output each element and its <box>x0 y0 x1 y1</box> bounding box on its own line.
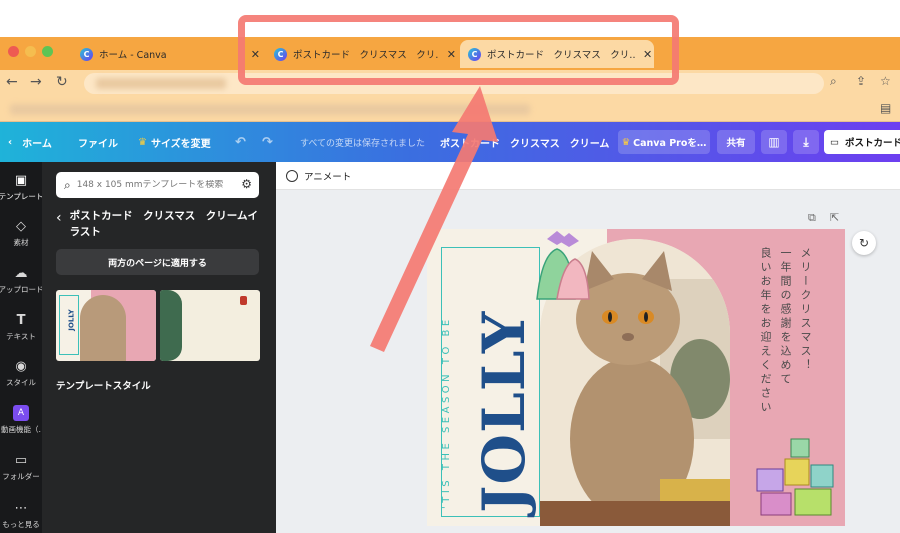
crown-icon: ♛ <box>621 136 631 148</box>
insights-button[interactable]: ▥ <box>761 130 787 154</box>
window-minimize-button[interactable] <box>25 46 36 57</box>
bookmark-star-icon[interactable]: ☆ <box>880 74 891 88</box>
home-label: ホーム <box>22 138 52 150</box>
bells-ornament <box>536 231 590 300</box>
template-search-box[interactable]: ⌕ ⚙ <box>56 172 259 198</box>
add-page-icon[interactable]: ⇱ <box>830 211 839 224</box>
animate-label: アニメート <box>304 172 352 183</box>
animate-icon <box>286 170 298 182</box>
resize-label: サイズを変更 <box>150 138 211 150</box>
zoom-icon[interactable]: ⌕ <box>830 74 837 89</box>
redo-button[interactable]: ↷ <box>262 122 273 162</box>
text-icon: T <box>16 312 26 328</box>
template-title: ポストカード クリスマス クリームイラスト <box>69 210 258 238</box>
rail-item-video[interactable]: A 動画機能（… <box>0 405 42 435</box>
annotation-arrow <box>370 86 498 352</box>
file-menu-button[interactable]: ファイル <box>78 122 118 162</box>
page-thumbnail-back[interactable] <box>160 290 260 361</box>
greeting-line-2[interactable]: 一年間の感謝を込めて <box>775 247 795 387</box>
blurred-url <box>96 78 226 89</box>
chevron-left-icon: ‹ <box>8 136 13 148</box>
tab-highlight-annotation <box>238 15 679 85</box>
gift-boxes-illustration <box>756 438 834 516</box>
print-label: ポストカード <box>844 138 900 149</box>
canva-favicon-icon: C <box>80 47 93 61</box>
template-search-input[interactable] <box>76 180 227 190</box>
chevron-left-icon[interactable]: ‹ <box>56 210 62 240</box>
resize-button[interactable]: ♛ サイズを変更 <box>138 122 211 162</box>
video-icon: A <box>13 405 29 421</box>
pro-label: Canva Proを… <box>633 138 707 149</box>
share-button[interactable]: 共有 <box>717 130 755 154</box>
upload-icon: ☁ <box>14 265 28 281</box>
refresh-page-icon[interactable]: ↻ <box>852 231 876 255</box>
rail-item-uploads[interactable]: ☁ アップロード <box>0 265 44 295</box>
rail-item-styles[interactable]: ◉ スタイル <box>0 358 42 388</box>
template-icon: ▣ <box>14 172 28 188</box>
browser-tab-home[interactable]: C ホーム - Canva ✕ <box>76 40 260 68</box>
window-zoom-button[interactable] <box>42 46 53 57</box>
animate-button[interactable]: アニメート <box>286 169 351 183</box>
rail-item-elements[interactable]: ◇ 素材 <box>0 218 42 248</box>
folder-icon: ▭ <box>14 452 28 468</box>
greeting-line-1[interactable]: メリークリスマス！ <box>795 247 815 373</box>
greeting-line-3[interactable]: 良いお年をお迎えください <box>755 247 775 415</box>
home-button[interactable]: ‹ ホーム <box>8 122 52 162</box>
rail-item-more[interactable]: ⋯ もっと見る <box>0 500 42 530</box>
reading-list-icon[interactable]: ▤ <box>880 101 891 115</box>
duplicate-page-icon[interactable]: ⧉ <box>808 211 816 225</box>
print-button[interactable]: ▭ ポストカード <box>824 130 900 154</box>
more-icon: ⋯ <box>14 500 28 516</box>
elements-icon: ◇ <box>16 218 26 234</box>
share-page-icon[interactable]: ⇪ <box>856 74 866 88</box>
rail-item-folders[interactable]: ▭ フォルダー <box>0 452 42 482</box>
rail-item-templates[interactable]: ▣ テンプレート <box>0 172 43 202</box>
download-button[interactable]: ⤓ <box>793 130 819 154</box>
style-icon: ◉ <box>15 358 27 374</box>
apply-both-pages-button[interactable]: 両方のページに適用する <box>56 249 259 275</box>
back-icon[interactable]: ← <box>6 74 18 90</box>
rail-item-text[interactable]: T テキスト <box>0 312 42 342</box>
page-thumbnail-front[interactable]: JOLLY <box>56 290 156 361</box>
filter-settings-icon[interactable]: ⚙ <box>241 177 252 191</box>
template-style-heading: テンプレートスタイル <box>56 381 151 392</box>
search-icon: ⌕ <box>64 177 71 192</box>
template-breadcrumb[interactable]: ‹ ポストカード クリスマス クリームイラスト <box>56 208 266 240</box>
forward-icon[interactable]: → <box>30 74 42 90</box>
canva-pro-button[interactable]: ♛ Canva Proを… <box>618 130 710 154</box>
crown-icon: ♛ <box>138 136 147 148</box>
templates-panel: ⌕ ⚙ ‹ ポストカード クリスマス クリームイラスト 両方のページに適用する … <box>42 162 276 533</box>
window-close-button[interactable] <box>8 46 19 57</box>
undo-button[interactable]: ↶ <box>235 122 246 162</box>
postcard-icon: ▭ <box>830 136 839 148</box>
tab-title: ホーム - Canva <box>99 50 167 61</box>
reload-icon[interactable]: ↻ <box>56 74 68 90</box>
